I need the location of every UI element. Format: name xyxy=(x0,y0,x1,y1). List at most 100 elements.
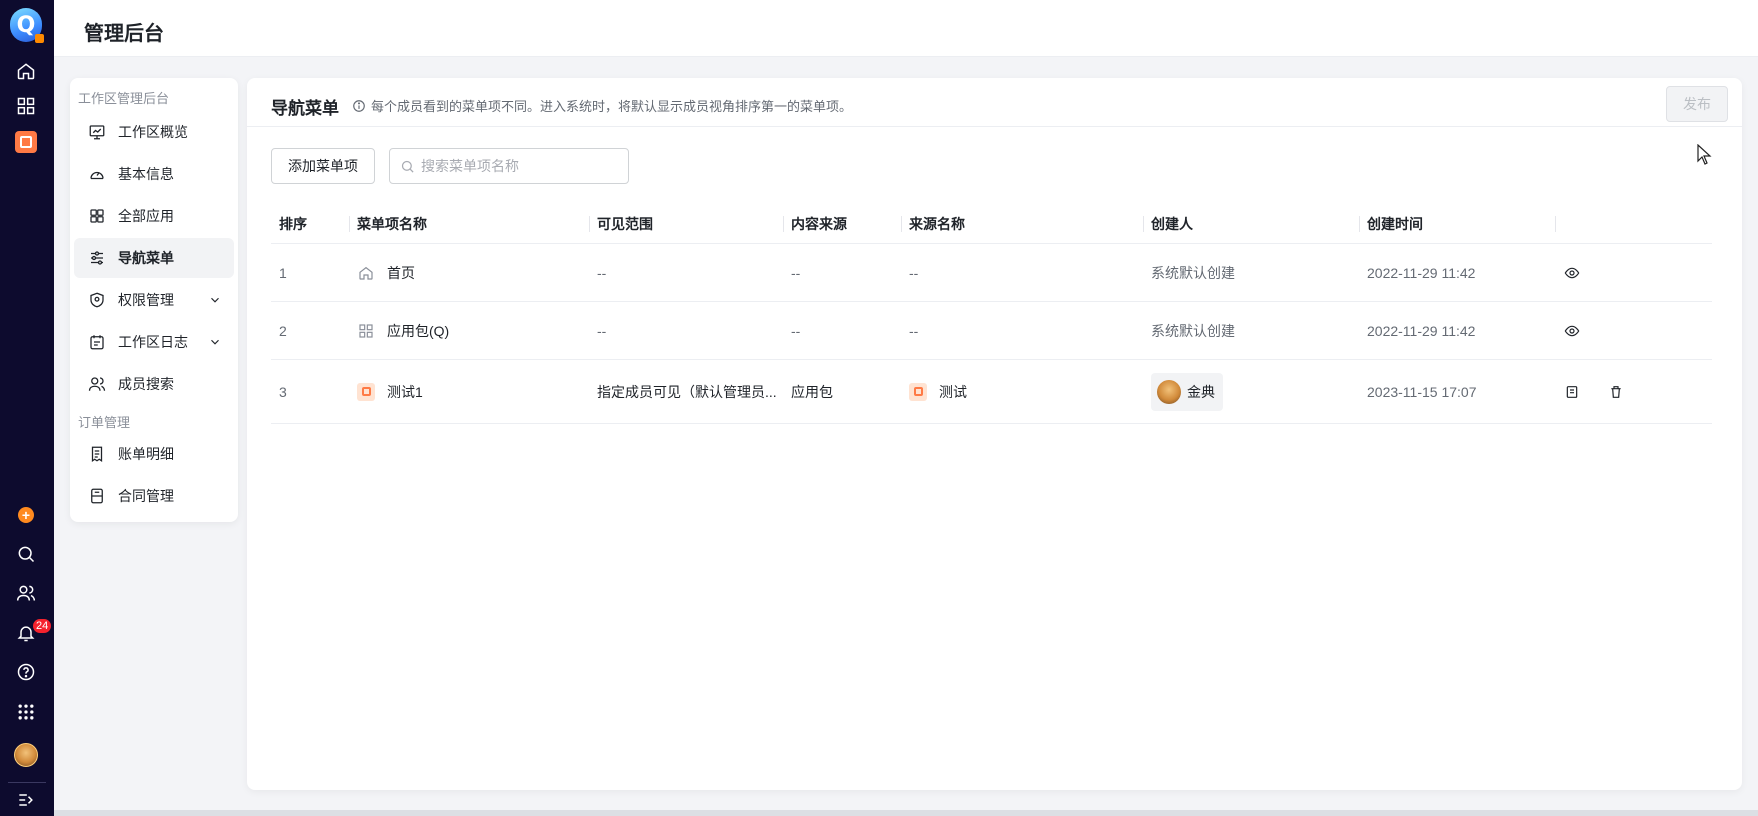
app-logo[interactable]: Q xyxy=(10,8,44,43)
row-actions xyxy=(1555,360,1712,423)
row-name: 应用包(Q) xyxy=(387,322,450,339)
view-icon[interactable] xyxy=(1563,264,1581,282)
sidebar-item-workspace-log[interactable]: 工作区日志 xyxy=(74,322,234,362)
dashboard-icon xyxy=(90,171,104,180)
launcher-icon[interactable] xyxy=(13,699,39,725)
row-order: 3 xyxy=(279,383,287,400)
search-icon xyxy=(401,160,414,173)
sidebar-item-contracts[interactable]: 合同管理 xyxy=(74,476,234,516)
creator-chip[interactable]: 金典 xyxy=(1151,372,1223,411)
hint-label: 每个成员看到的菜单项不同。进入系统时，将默认显示成员视角排序第一的菜单项。 xyxy=(371,99,853,114)
sidebar-item-label: 工作区日志 xyxy=(118,334,188,350)
column-header: 创建人 xyxy=(1143,204,1359,244)
search-icon[interactable] xyxy=(13,541,39,567)
search-input[interactable] xyxy=(421,158,621,174)
row-order: 1 xyxy=(279,264,287,281)
row-scope: 指定成员可见（默认管理员... xyxy=(597,383,777,400)
sidebar-item-permissions[interactable]: 权限管理 xyxy=(74,280,234,320)
sidebar-item-basic-info[interactable]: 基本信息 xyxy=(74,154,234,194)
row-source-name: 测试 xyxy=(939,383,967,400)
sidebar-item-bill-details[interactable]: 账单明细 xyxy=(74,434,234,474)
row-source-name-cell: 测试 xyxy=(901,360,1143,423)
expand-icon[interactable] xyxy=(13,787,39,813)
apps-grid-icon[interactable] xyxy=(13,93,39,119)
page-title: 管理后台 xyxy=(84,23,164,45)
bottom-strip xyxy=(54,810,1758,816)
sidebar-item-label: 账单明细 xyxy=(118,446,174,462)
home-icon[interactable] xyxy=(13,58,39,84)
row-name: 首页 xyxy=(387,264,415,281)
app-test-icon xyxy=(357,382,375,401)
column-header: 创建时间 xyxy=(1359,204,1555,244)
row-source: -- xyxy=(791,322,801,339)
avatar xyxy=(1157,379,1181,404)
row-source: -- xyxy=(791,264,801,281)
publish-button[interactable]: 发布 xyxy=(1666,86,1728,122)
users-icon xyxy=(88,377,106,391)
column-header-actions xyxy=(1555,204,1712,244)
shield-icon xyxy=(90,292,104,308)
sidebar-item-label: 权限管理 xyxy=(118,292,174,308)
sidebar-item-label: 导航菜单 xyxy=(118,250,174,266)
table-row[interactable]: 2 应用包(Q) -- -- -- 系统默认创建 2022-11-29 11:4… xyxy=(271,302,1712,360)
sidebar-item-label: 基本信息 xyxy=(118,166,174,182)
column-header: 来源名称 xyxy=(901,204,1143,244)
sidebar-group-workspace: 工作区管理后台 xyxy=(78,91,170,106)
app-test-icon[interactable] xyxy=(13,129,39,155)
sidebar-group-orders: 订单管理 xyxy=(78,415,131,430)
mouse-cursor-icon xyxy=(1697,144,1712,165)
notification-count-badge: 24 xyxy=(33,619,52,633)
edit-icon[interactable] xyxy=(1563,383,1581,401)
row-created: 2022-11-29 11:42 xyxy=(1367,264,1476,281)
column-header: 可见范围 xyxy=(589,204,783,244)
add-icon[interactable]: + xyxy=(13,502,39,528)
row-source-name: -- xyxy=(909,264,919,281)
hint-text: 每个成员看到的菜单项不同。进入系统时，将默认显示成员视角排序第一的菜单项。 xyxy=(352,96,852,115)
row-creator: 系统默认创建 xyxy=(1151,264,1235,281)
row-scope: -- xyxy=(597,264,607,281)
row-name-cell: 测试1 xyxy=(349,360,589,423)
section-title: 导航菜单 xyxy=(271,99,339,118)
row-creator-cell: 金典 xyxy=(1143,360,1359,423)
row-creator: 金典 xyxy=(1187,383,1215,400)
row-name-cell: 首页 xyxy=(349,244,589,301)
table-header: 排序 菜单项名称 可见范围 内容来源 来源名称 创建人 创建时间 xyxy=(271,204,1712,244)
grid-icon xyxy=(90,209,104,223)
column-header: 排序 xyxy=(279,216,307,232)
logo-letter: Q xyxy=(16,12,36,38)
delete-icon[interactable] xyxy=(1607,383,1625,401)
row-source-name: -- xyxy=(909,322,919,339)
sidebar-item-label: 工作区概览 xyxy=(118,124,188,140)
logo-accent xyxy=(35,34,44,43)
sidebar-item-overview[interactable]: 工作区概览 xyxy=(74,112,234,152)
view-icon[interactable] xyxy=(1563,322,1581,340)
help-icon[interactable] xyxy=(13,659,39,685)
contacts-icon[interactable] xyxy=(13,580,39,606)
row-creator: 系统默认创建 xyxy=(1151,322,1235,339)
header-divider xyxy=(247,126,1742,127)
row-order: 2 xyxy=(279,322,287,339)
admin-sidebar: 工作区管理后台 工作区概览 基本信息 全部应用 导航菜单 权限管理 工作区日志 … xyxy=(70,78,238,522)
column-header: 菜单项名称 xyxy=(349,204,589,244)
chevron-down-icon xyxy=(211,339,219,345)
app-test-icon xyxy=(909,382,927,401)
sidebar-item-member-search[interactable]: 成员搜索 xyxy=(74,364,234,404)
sidebar-item-all-apps[interactable]: 全部应用 xyxy=(74,196,234,236)
sidebar-item-label: 合同管理 xyxy=(118,488,174,504)
table-row[interactable]: 3 测试1 指定成员可见（默认管理员... 应用包 测试 金典 2023-11-… xyxy=(271,360,1712,424)
column-header: 内容来源 xyxy=(783,204,901,244)
sidebar-item-nav-menu[interactable]: 导航菜单 xyxy=(74,238,234,278)
avatar[interactable] xyxy=(13,742,39,768)
home-icon xyxy=(357,264,375,282)
row-name: 测试1 xyxy=(387,383,423,400)
sidebar-item-label: 成员搜索 xyxy=(118,376,174,392)
info-icon xyxy=(353,99,365,112)
add-menu-item-button[interactable]: 添加菜单项 xyxy=(271,148,375,184)
apps-grid-icon xyxy=(357,322,375,340)
row-created: 2022-11-29 11:42 xyxy=(1367,322,1476,339)
row-source: 应用包 xyxy=(791,383,833,400)
row-created: 2023-11-15 17:07 xyxy=(1367,383,1477,400)
search-box[interactable] xyxy=(389,148,629,184)
table-row[interactable]: 1 首页 -- -- -- 系统默认创建 2022-11-29 11:42 xyxy=(271,244,1712,302)
sliders-icon xyxy=(91,251,103,265)
